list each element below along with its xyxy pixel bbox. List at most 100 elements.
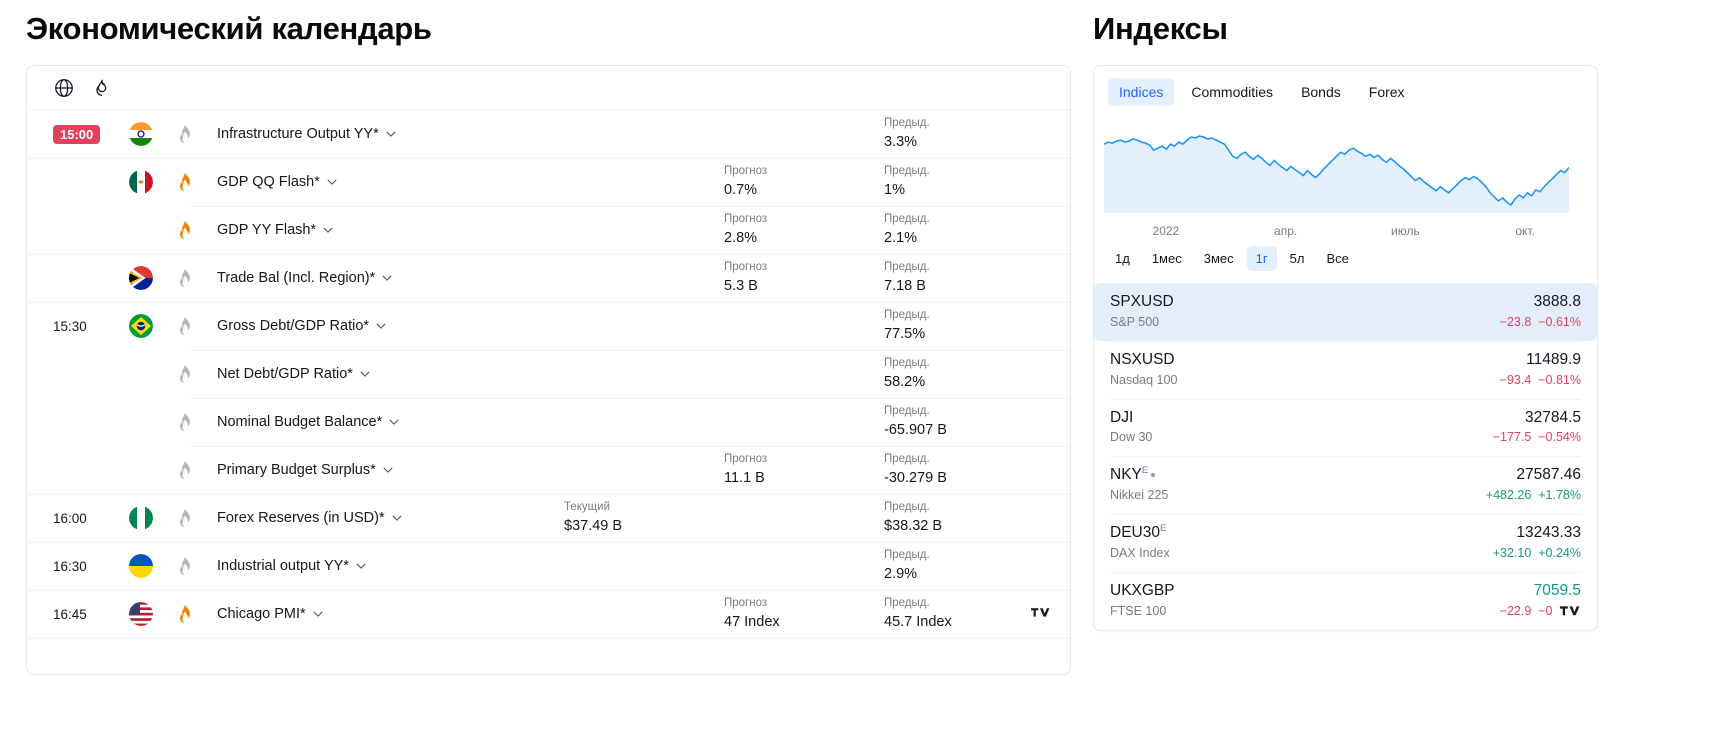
event-name[interactable]: Industrial output YY* xyxy=(217,558,564,574)
list-item[interactable]: DEU30E DAX Index 13243.33 +32.10 +0.24% xyxy=(1094,514,1597,572)
forecast-column-label: Прогноз xyxy=(724,597,768,610)
tab-commodities[interactable]: Commodities xyxy=(1180,78,1284,106)
x-axis-tick: 2022 xyxy=(1152,224,1180,239)
chevron-down-icon[interactable] xyxy=(392,515,402,522)
event-name-label: GDP YY Flash* xyxy=(217,222,317,239)
chevron-down-icon[interactable] xyxy=(389,419,399,426)
previous-column: Предыд. 58.2% xyxy=(884,355,1044,393)
exchange-superscript: E xyxy=(1159,523,1167,535)
chart-area-svg xyxy=(1103,135,1570,214)
table-row[interactable]: 16:45 Chicago PMI* Прогноз 47 Index Предыд. 4… xyxy=(27,590,1070,638)
forecast-column: Прогноз 2.8% xyxy=(724,211,884,249)
previous-column-label: Предыд. xyxy=(884,117,930,130)
table-row[interactable]: GDP YY Flash* Прогноз 2.8% Предыд. 2.1% xyxy=(27,206,1070,254)
economic-calendar-card: 15:00 Infrastructure Output YY* Предыд. 3.3… xyxy=(26,65,1071,676)
index-chart[interactable] xyxy=(1094,114,1597,218)
table-row[interactable]: Primary Budget Surplus* Прогноз 11.1 B Пред… xyxy=(27,446,1070,494)
table-row[interactable]: 15:30 Gross Debt/GDP Ratio* Предыд. 77.5% xyxy=(27,302,1070,350)
list-item[interactable]: SPXUSD S&P 500 3888.8 −23.8 −0.61% xyxy=(1094,283,1597,341)
chevron-down-icon[interactable] xyxy=(383,467,393,474)
event-name[interactable]: Forex Reserves (in USD)* xyxy=(217,510,564,526)
event-name-label: Nominal Budget Balance* xyxy=(217,414,383,431)
range-3мес[interactable]: 3мес xyxy=(1195,246,1243,271)
event-name[interactable]: Chicago PMI* xyxy=(217,606,564,622)
list-item[interactable]: NSXUSD Nasdaq 100 11489.9 −93.4 −0.81% xyxy=(1094,340,1597,399)
volatility-flame-icon xyxy=(177,461,217,480)
event-time-badge: 15:00 xyxy=(53,124,101,144)
calendar-rows: 15:00 Infrastructure Output YY* Предыд. 3.3… xyxy=(27,110,1070,638)
previous-column: Предыд. 1% xyxy=(884,163,1044,201)
table-row[interactable]: Trade Bal (Incl. Region)* Прогноз 5.3 B Пре… xyxy=(27,254,1070,302)
chevron-down-icon[interactable] xyxy=(360,371,370,378)
actual-column: Текущий $37.49 B xyxy=(564,499,724,537)
price-change: −23.8 −0.61% xyxy=(1499,315,1581,330)
previous-column-value: -65.907 B xyxy=(884,422,947,439)
chevron-down-icon[interactable] xyxy=(382,275,392,282)
symbol-description: DAX Index xyxy=(1110,546,1170,561)
chart-x-axis: 2022 апр. июль окт. xyxy=(1094,218,1597,238)
table-row[interactable]: 15:00 Infrastructure Output YY* Предыд. 3.3… xyxy=(27,110,1070,158)
page-title: Экономический календарь xyxy=(26,11,432,46)
previous-column-value: 7.18 B xyxy=(884,278,926,295)
symbol-ticker: DJI xyxy=(1110,408,1134,426)
event-name[interactable]: Primary Budget Surplus* xyxy=(217,462,564,478)
previous-column-value: -30.279 B xyxy=(884,470,947,487)
actual-column-label: Текущий xyxy=(564,501,610,514)
flame-icon[interactable] xyxy=(91,77,113,99)
forecast-column-value: 0.7% xyxy=(724,182,758,199)
range-5л[interactable]: 5л xyxy=(1281,246,1314,271)
range-1д[interactable]: 1д xyxy=(1106,246,1139,271)
globe-icon[interactable] xyxy=(53,77,75,99)
price-block: 3888.8 −23.8 −0.61% xyxy=(1500,292,1581,332)
table-row[interactable]: Net Debt/GDP Ratio* Предыд. 58.2% xyxy=(27,350,1070,398)
list-item[interactable]: DJI Dow 30 32784.5 −177.5 −0.54% xyxy=(1094,398,1597,457)
chevron-down-icon[interactable] xyxy=(327,179,337,186)
tab-bonds[interactable]: Bonds xyxy=(1290,78,1352,106)
table-row[interactable]: GDP QQ Flash* Прогноз 0.7% Предыд. 1% xyxy=(27,158,1070,206)
event-name[interactable]: GDP QQ Flash* xyxy=(217,174,564,190)
volatility-flame-icon xyxy=(177,557,217,576)
indices-list: SPXUSD S&P 500 3888.8 −23.8 −0.61% NSXUSD Nas… xyxy=(1094,283,1597,629)
range-1г[interactable]: 1г xyxy=(1246,246,1277,272)
chevron-down-icon[interactable] xyxy=(356,563,366,570)
status-dot xyxy=(1151,473,1156,478)
forecast-column: Прогноз 11.1 B xyxy=(724,451,884,489)
range-1мес[interactable]: 1мес xyxy=(1143,246,1191,271)
country-flag-icon xyxy=(129,554,177,579)
country-flag-icon xyxy=(129,266,177,291)
forecast-column-value: 5.3 B xyxy=(724,278,758,295)
table-row[interactable]: Nominal Budget Balance* Предыд. -65.907 B xyxy=(27,398,1070,446)
event-name[interactable]: Nominal Budget Balance* xyxy=(217,414,564,430)
previous-column-value: 1% xyxy=(884,182,905,199)
chevron-down-icon[interactable] xyxy=(386,131,396,138)
event-time: 16:45 xyxy=(53,606,87,622)
chevron-down-icon[interactable] xyxy=(313,611,323,618)
chevron-down-icon[interactable] xyxy=(376,323,386,330)
table-row[interactable]: 16:30 Industrial output YY* Предыд. 2.9% xyxy=(27,542,1070,590)
event-name[interactable]: Infrastructure Output YY* xyxy=(217,126,564,142)
event-name[interactable]: GDP YY Flash* xyxy=(217,222,564,238)
previous-column: Предыд. 2.1% xyxy=(884,211,1044,249)
indices-title: Индексы xyxy=(1093,11,1228,46)
table-row[interactable]: 16:00 Forex Reserves (in USD)* Текущий $37.… xyxy=(27,494,1070,542)
x-axis-tick: июль xyxy=(1391,224,1420,239)
event-name[interactable]: Net Debt/GDP Ratio* xyxy=(217,366,564,382)
list-item[interactable]: UKXGBP FTSE 100 7059.5 −22.9 −0.32% xyxy=(1094,571,1597,630)
tab-forex[interactable]: Forex xyxy=(1358,78,1416,106)
forecast-column: Прогноз 5.3 B xyxy=(724,259,884,297)
forecast-column-label: Прогноз xyxy=(724,165,768,178)
event-name[interactable]: Gross Debt/GDP Ratio* xyxy=(217,318,564,334)
event-name[interactable]: Trade Bal (Incl. Region)* xyxy=(217,270,564,286)
calendar-footer xyxy=(27,638,1070,674)
previous-column-value: 58.2% xyxy=(884,374,926,391)
chevron-down-icon[interactable] xyxy=(323,227,333,234)
previous-column-label: Предыд. xyxy=(884,549,930,562)
range-Все[interactable]: Все xyxy=(1317,246,1357,271)
price-change: −177.5 −0.54% xyxy=(1492,430,1581,445)
previous-column: Предыд. 7.18 B xyxy=(884,259,1044,297)
price-value: 27587.46 xyxy=(1516,466,1581,484)
price-block: 32784.5 −177.5 −0.54% xyxy=(1493,408,1581,448)
symbol-block: UKXGBP FTSE 100 xyxy=(1110,581,1175,621)
tab-indices[interactable]: Indices xyxy=(1108,78,1175,107)
list-item[interactable]: NKYE Nikkei 225 27587.46 +482.26 +1.78% xyxy=(1094,456,1597,514)
